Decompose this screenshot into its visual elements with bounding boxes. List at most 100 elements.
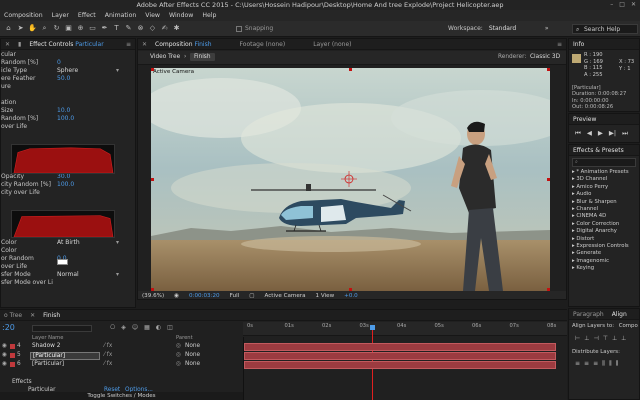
- tab-footage[interactable]: Footage (none): [240, 41, 286, 48]
- effect-property-value[interactable]: 0: [57, 59, 61, 66]
- effect-property-dropdown[interactable]: Sphere: [57, 67, 119, 75]
- layer-switches-icon[interactable]: ⁄ fx: [104, 343, 112, 349]
- size-over-life-graph[interactable]: [11, 144, 115, 174]
- effect-property-row[interactable]: city over Life: [1, 189, 135, 197]
- close-tab-icon[interactable]: ✕: [142, 41, 147, 48]
- effect-property-row[interactable]: Color At Birth: [1, 239, 135, 247]
- effect-property-row[interactable]: ere Feather 50.0: [1, 75, 135, 83]
- effect-property-row[interactable]: sfer Mode Normal: [1, 271, 135, 279]
- align-layers-to-dropdown[interactable]: Compo: [619, 323, 638, 329]
- effects-presets-panel-title[interactable]: Effects & Presets: [569, 145, 639, 156]
- type-tool-icon[interactable]: T: [112, 24, 121, 33]
- effect-property-row[interactable]: Random [%] 0: [1, 59, 135, 67]
- roto-brush-tool-icon[interactable]: ✍: [160, 24, 169, 33]
- minimize-icon[interactable]: –: [610, 1, 613, 8]
- rotation-tool-icon[interactable]: ↻: [52, 24, 61, 33]
- view-layout-dropdown[interactable]: 1 View: [316, 293, 335, 299]
- chevron-down-icon[interactable]: »: [545, 25, 549, 32]
- draft-3d-icon[interactable]: ◈: [121, 324, 126, 331]
- mask-tool-icon[interactable]: ▭: [88, 24, 97, 33]
- layer-duration-bar[interactable]: [244, 361, 556, 369]
- bounding-handle[interactable]: [349, 68, 352, 71]
- preset-category-item[interactable]: ▸ Color Correction: [569, 221, 639, 228]
- label-color-swatch[interactable]: [10, 344, 15, 349]
- previous-frame-icon[interactable]: ◀: [587, 129, 592, 138]
- col-layer-name[interactable]: Layer Name: [32, 335, 63, 341]
- bounding-handle[interactable]: [151, 68, 154, 71]
- preset-category-item[interactable]: ▸ Imagenomic: [569, 258, 639, 265]
- bounding-handle[interactable]: [547, 178, 550, 181]
- opacity-over-life-graph[interactable]: [11, 210, 115, 238]
- effect-property-value[interactable]: 50.0: [57, 75, 70, 82]
- finish-crumb[interactable]: Finish: [190, 53, 215, 61]
- preset-category-item[interactable]: ▸ Keying: [569, 265, 639, 272]
- pen-tool-icon[interactable]: ✒: [100, 24, 109, 33]
- effects-search-input[interactable]: ⌕: [572, 158, 636, 167]
- distribute-middle-icon[interactable]: ≡: [584, 360, 589, 368]
- parent-dropdown[interactable]: None: [185, 361, 200, 367]
- tab-composition[interactable]: Composition Finish: [155, 41, 212, 48]
- preset-category-item[interactable]: ▸ 3D Channel: [569, 176, 639, 183]
- time-ruler[interactable]: 0s 01s 02s 03s 04s 05s 06s 07s 08s: [243, 322, 567, 336]
- preset-category-item[interactable]: ▸ Generate: [569, 250, 639, 257]
- layer-switches-icon[interactable]: ⁄ fx: [104, 352, 112, 358]
- close-tab-icon[interactable]: ✕: [30, 312, 35, 319]
- shy-icon[interactable]: ☺: [132, 324, 138, 331]
- effect-property-row[interactable]: ure: [1, 83, 135, 91]
- tab-finish[interactable]: Finish: [43, 312, 60, 319]
- effect-property-value[interactable]: 10.0: [57, 107, 70, 114]
- tab-align[interactable]: Align: [612, 311, 627, 318]
- 3d-view-dropdown[interactable]: Active Camera: [264, 293, 305, 299]
- align-middle-icon[interactable]: ⊥: [612, 335, 617, 342]
- preset-category-item[interactable]: ▸ CINEMA 4D: [569, 213, 639, 220]
- timeline-search-input[interactable]: [32, 325, 92, 332]
- last-frame-icon[interactable]: ⏭: [622, 129, 628, 138]
- effect-property-dropdown[interactable]: Normal: [57, 271, 119, 279]
- align-bottom-icon[interactable]: ⊥: [621, 335, 626, 342]
- workspace-dropdown[interactable]: Standard: [489, 25, 539, 32]
- eraser-tool-icon[interactable]: ◇: [148, 24, 157, 33]
- effect-property-row[interactable]: sfer Mode over Li: [1, 279, 135, 287]
- effect-property-row[interactable]: ation: [1, 99, 135, 107]
- region-of-interest-icon[interactable]: ▢: [249, 293, 254, 299]
- parent-pickwhip-icon[interactable]: ◎: [176, 352, 181, 358]
- parent-dropdown[interactable]: None: [185, 343, 200, 349]
- align-center-icon[interactable]: ⊥: [584, 335, 589, 342]
- info-panel-title[interactable]: Info: [569, 39, 639, 50]
- menu-composition[interactable]: Composition: [4, 12, 43, 19]
- label-color-swatch[interactable]: [10, 362, 15, 367]
- layer-row[interactable]: ◉ 6 [Particular] ⁄ fx ◎ None: [0, 361, 243, 369]
- menu-help[interactable]: Help: [202, 12, 216, 19]
- panel-menu-icon[interactable]: ≡: [557, 41, 562, 48]
- preset-category-item[interactable]: ▸ Expression Controls: [569, 243, 639, 250]
- search-help-input[interactable]: ⌕ Search Help: [572, 24, 638, 34]
- layer-switches-icon[interactable]: ⁄ fx: [104, 361, 112, 367]
- col-parent[interactable]: Parent: [176, 335, 193, 341]
- effect-property-row[interactable]: over Life: [1, 123, 135, 131]
- renderer-value[interactable]: Classic 3D: [530, 54, 560, 60]
- distribute-left-icon[interactable]: ⫼: [602, 360, 605, 368]
- preview-panel-title[interactable]: Preview: [569, 114, 639, 125]
- composition-viewer[interactable]: Active Camera: [151, 68, 550, 291]
- frame-blending-icon[interactable]: ▦: [144, 324, 150, 331]
- preset-category-item[interactable]: ▸ Distort: [569, 236, 639, 243]
- effect-property-dropdown[interactable]: At Birth: [57, 239, 119, 247]
- motion-blur-icon[interactable]: ◐: [156, 324, 161, 331]
- exposure-value[interactable]: +0.0: [344, 293, 358, 299]
- pan-behind-tool-icon[interactable]: ⊕: [76, 24, 85, 33]
- effect-property-row[interactable]: cular: [1, 51, 135, 59]
- first-frame-icon[interactable]: ⏮: [575, 129, 581, 138]
- layer-name[interactable]: [Particular]: [30, 352, 100, 360]
- camera-snapshot-icon[interactable]: ◉: [174, 293, 179, 299]
- preset-category-item[interactable]: ▸ * Animation Presets: [569, 169, 639, 176]
- layer-duration-bar[interactable]: [244, 343, 556, 351]
- tab-layer[interactable]: Layer (none): [313, 41, 351, 48]
- effect-property-row[interactable]: or Random0.0: [1, 255, 135, 263]
- parent-pickwhip-icon[interactable]: ◎: [176, 361, 181, 367]
- selection-tool-icon[interactable]: ➤: [16, 24, 25, 33]
- menu-layer[interactable]: Layer: [52, 12, 69, 19]
- snapping-checkbox[interactable]: [236, 25, 242, 32]
- layer-name[interactable]: [Particular]: [30, 361, 100, 369]
- menu-effect[interactable]: Effect: [78, 12, 96, 19]
- timeline-current-time[interactable]: :20: [2, 323, 15, 332]
